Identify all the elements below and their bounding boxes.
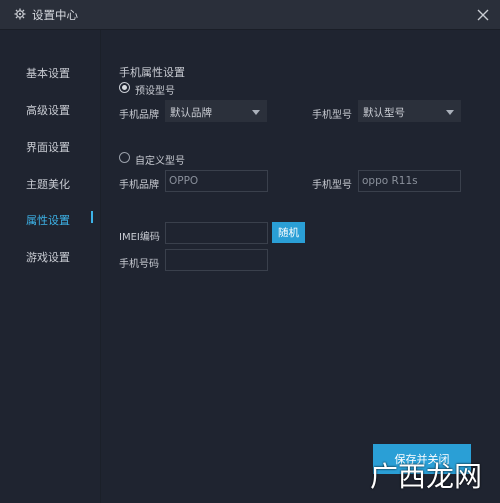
- custom-model-field-label: 手机型号: [312, 180, 352, 191]
- close-icon[interactable]: [474, 6, 492, 24]
- custom-model-label: 自定义型号: [135, 156, 185, 167]
- random-button[interactable]: 随机: [272, 222, 305, 243]
- preset-brand-value: 默认品牌: [170, 107, 212, 119]
- sidebar-item-advanced[interactable]: 高级设置: [26, 102, 70, 118]
- watermark: 广西龙网: [370, 460, 483, 493]
- preset-model-radio[interactable]: [119, 82, 130, 93]
- preset-model-value: 默认型号: [363, 107, 405, 119]
- imei-label: IMEI编码: [119, 232, 160, 243]
- custom-brand-value: OPPO: [169, 175, 199, 187]
- preset-model-label: 预设型号: [135, 86, 175, 97]
- sidebar-item-basic[interactable]: 基本设置: [26, 65, 70, 81]
- preset-brand-label: 手机品牌: [119, 110, 159, 121]
- custom-model-radio[interactable]: [119, 152, 130, 163]
- preset-model-field-label: 手机型号: [312, 110, 352, 121]
- chevron-down-icon: [446, 110, 454, 115]
- chevron-down-icon: [252, 110, 260, 115]
- sidebar-item-interface[interactable]: 界面设置: [26, 139, 70, 155]
- preset-model-select[interactable]: 默认型号: [358, 100, 461, 122]
- phone-number-input[interactable]: [165, 249, 268, 271]
- custom-brand-field[interactable]: OPPO: [165, 170, 268, 192]
- sidebar-item-theme[interactable]: 主题美化: [26, 176, 70, 192]
- custom-brand-label: 手机品牌: [119, 180, 159, 191]
- title-bar: 设置中心: [0, 0, 500, 30]
- sidebar-item-game[interactable]: 游戏设置: [26, 249, 70, 265]
- active-indicator: [91, 211, 93, 223]
- section-title: 手机属性设置: [119, 66, 185, 79]
- imei-input[interactable]: [165, 222, 268, 244]
- gear-icon: [14, 8, 26, 20]
- window-title: 设置中心: [32, 8, 78, 22]
- phone-number-label: 手机号码: [119, 259, 159, 270]
- sidebar: [0, 30, 100, 503]
- sidebar-item-properties[interactable]: 属性设置: [26, 212, 70, 228]
- sidebar-divider: [100, 30, 101, 503]
- custom-model-field[interactable]: oppo R11s: [358, 170, 461, 192]
- custom-model-value: oppo R11s: [362, 175, 418, 187]
- preset-brand-select[interactable]: 默认品牌: [165, 100, 267, 122]
